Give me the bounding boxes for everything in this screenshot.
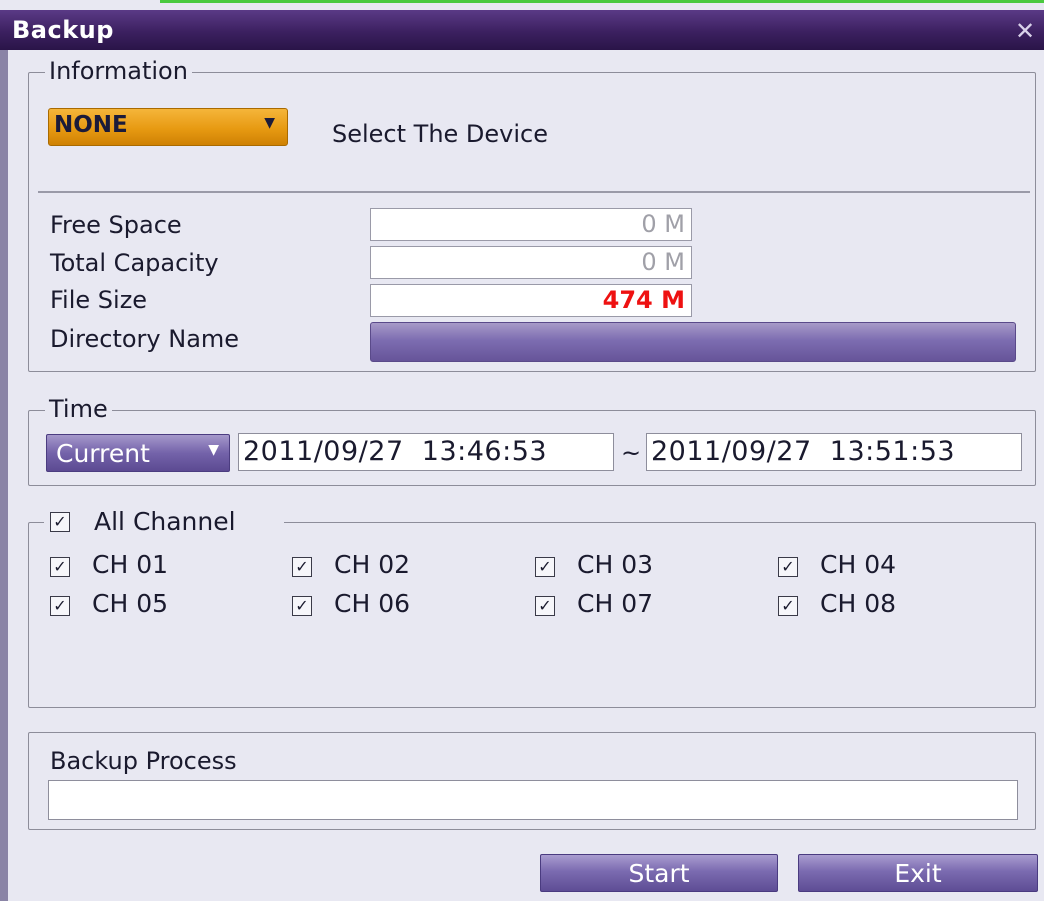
close-icon[interactable]: ✕ <box>1010 18 1040 44</box>
time-legend: Time <box>45 396 112 422</box>
title-bar: Backup ✕ <box>0 10 1044 50</box>
file-size-field: 474 M <box>370 284 692 317</box>
device-select-value: NONE <box>54 112 128 138</box>
start-time-field[interactable]: 2011/09/27 13:46:53 <box>238 433 614 471</box>
free-space-label: Free Space <box>50 211 182 239</box>
ch06-checkbox[interactable]: ✓ <box>292 596 312 616</box>
directory-name-input[interactable] <box>370 322 1016 362</box>
top-accent-line <box>160 0 1044 3</box>
time-range-separator: ~ <box>621 439 642 467</box>
time-mode-value: Current <box>56 439 150 468</box>
ch05-checkbox[interactable]: ✓ <box>50 596 70 616</box>
ch01-checkbox[interactable]: ✓ <box>50 557 70 577</box>
ch02-label: CH 02 <box>334 550 411 579</box>
ch03-checkbox[interactable]: ✓ <box>535 557 555 577</box>
exit-button[interactable]: Exit <box>798 854 1038 892</box>
ch06-label: CH 06 <box>334 589 411 618</box>
ch04-checkbox[interactable]: ✓ <box>778 557 798 577</box>
start-button[interactable]: Start <box>540 854 778 892</box>
window-title: Backup <box>12 16 114 44</box>
chevron-down-icon: ▼ <box>208 442 219 458</box>
ch03-label: CH 03 <box>577 550 654 579</box>
time-mode-select[interactable]: Current ▼ <box>46 434 230 472</box>
ch07-label: CH 07 <box>577 589 654 618</box>
chevron-down-icon: ▼ <box>264 115 275 131</box>
ch04-label: CH 04 <box>820 550 897 579</box>
all-channel-label: All Channel <box>94 507 236 536</box>
window-left-border <box>0 50 8 901</box>
end-time-field[interactable]: 2011/09/27 13:51:53 <box>646 433 1022 471</box>
directory-name-label: Directory Name <box>50 325 240 353</box>
information-legend: Information <box>45 58 192 84</box>
free-space-field: 0 M <box>370 208 692 241</box>
all-channel-checkbox[interactable]: ✓ <box>50 512 70 532</box>
ch05-label: CH 05 <box>92 589 169 618</box>
backup-progress-bar <box>48 780 1018 820</box>
file-size-label: File Size <box>50 286 148 314</box>
ch08-checkbox[interactable]: ✓ <box>778 596 798 616</box>
information-divider <box>38 191 1030 193</box>
ch01-label: CH 01 <box>92 550 169 579</box>
backup-process-label: Backup Process <box>50 747 237 775</box>
total-capacity-field: 0 M <box>370 246 692 279</box>
device-select[interactable]: NONE ▼ <box>48 108 288 146</box>
ch08-label: CH 08 <box>820 589 897 618</box>
device-hint: Select The Device <box>332 120 549 148</box>
ch02-checkbox[interactable]: ✓ <box>292 557 312 577</box>
total-capacity-label: Total Capacity <box>50 249 219 277</box>
ch07-checkbox[interactable]: ✓ <box>535 596 555 616</box>
